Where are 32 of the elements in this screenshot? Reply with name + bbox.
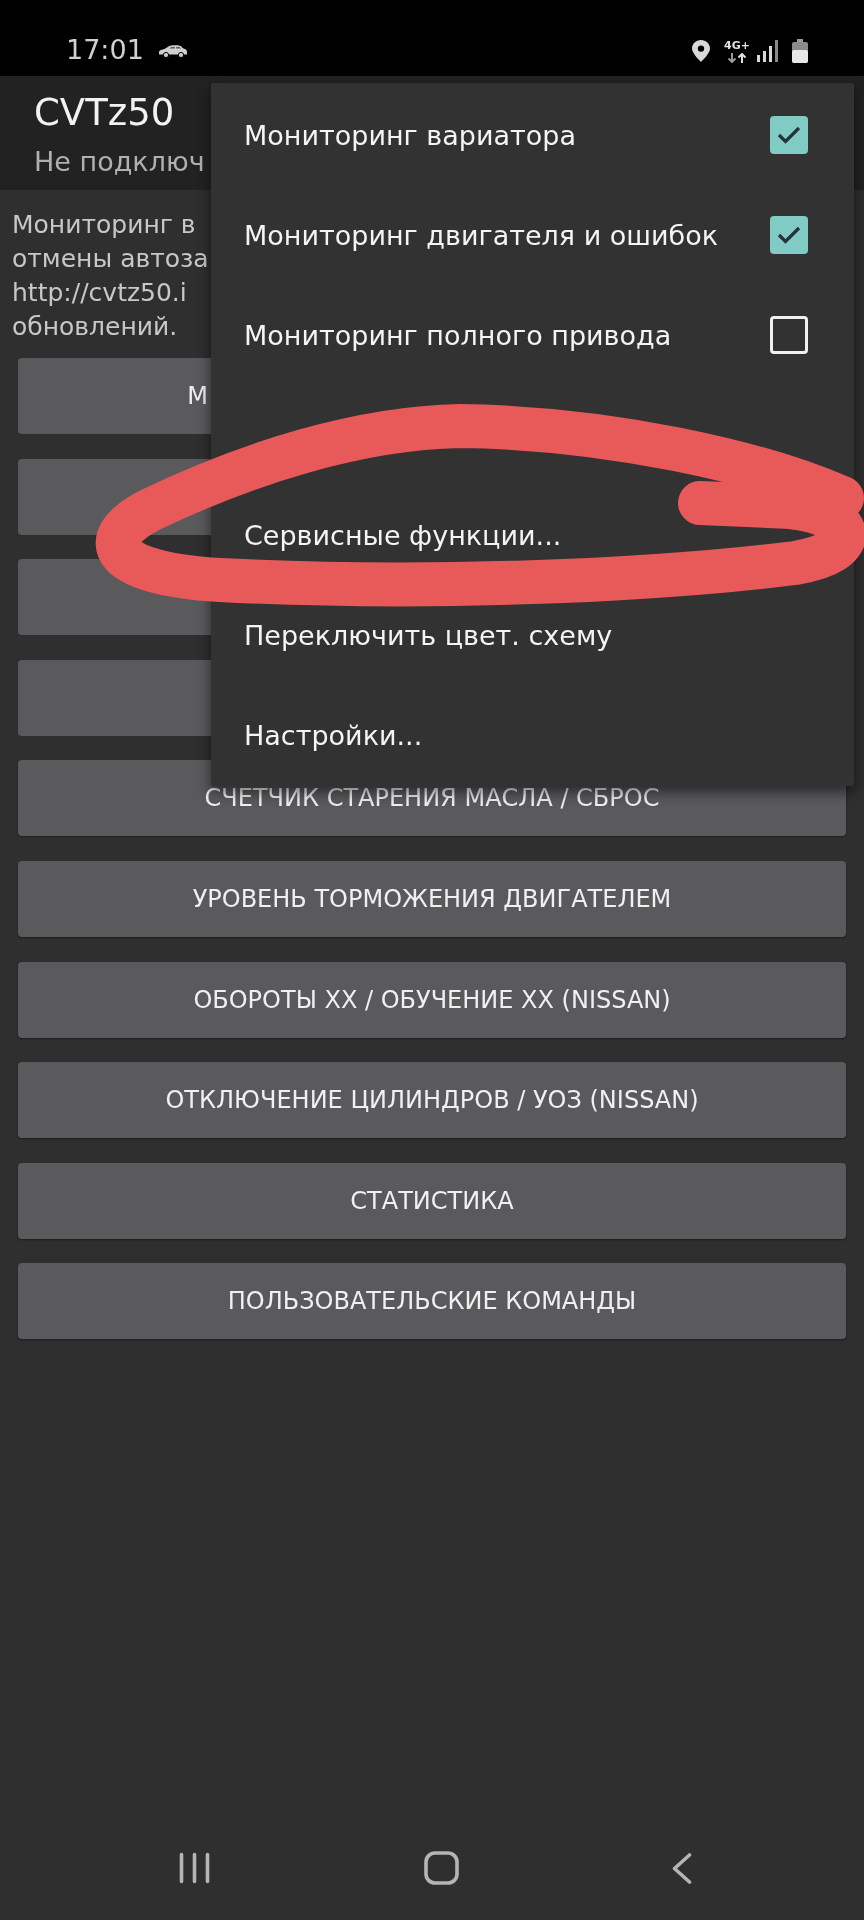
back-icon[interactable]: [672, 1852, 692, 1884]
checkmark-icon: [777, 226, 801, 244]
app-title: CVTz50: [34, 90, 175, 136]
recent-apps-icon[interactable]: [179, 1852, 210, 1884]
checkbox[interactable]: [770, 316, 808, 354]
action-button[interactable]: ПОЛЬЗОВАТЕЛЬСКИЕ КОМАНДЫ: [18, 1263, 846, 1340]
data-arrows-icon: [727, 52, 747, 63]
action-button[interactable]: ОТКЛЮЧЕНИЕ ЦИЛИНДРОВ / УОЗ (NISSAN): [18, 1062, 846, 1139]
checkbox[interactable]: [770, 116, 808, 154]
action-button[interactable]: УРОВЕНЬ ТОРМОЖЕНИЯ ДВИГАТЕЛЕМ: [18, 860, 846, 937]
home-icon[interactable]: [423, 1851, 459, 1885]
action-button[interactable]: ОБОРОТЫ ХХ / ОБУЧЕНИЕ ХХ (NISSAN): [18, 961, 846, 1038]
description-text: http://cvtz50.i: [12, 277, 187, 309]
description-text: отмены автоза: [12, 243, 209, 275]
menu-item[interactable]: Мониторинг полного привода: [211, 285, 854, 385]
checkbox[interactable]: [770, 216, 808, 254]
signal-icon: [757, 40, 780, 62]
menu-item[interactable]: Мониторинг вариатора: [211, 85, 854, 185]
menu-item[interactable]: Мониторинг двигателя и ошибок: [211, 185, 854, 285]
menu-item[interactable]: Сервисные функции...: [211, 485, 854, 585]
menu-item[interactable]: Переключить цвет. схему: [211, 585, 854, 685]
description-text: обновлений.: [12, 311, 178, 343]
battery-icon: [792, 39, 808, 63]
action-button[interactable]: М: [18, 358, 211, 434]
connection-status: Не подключ: [34, 145, 205, 179]
description-text: Мониторинг в: [12, 209, 196, 241]
clock-time: 17:01: [66, 34, 144, 66]
network-type-label: 4G+: [724, 39, 750, 52]
location-pin-icon: [692, 40, 710, 62]
action-button[interactable]: СТАТИСТИКА: [18, 1162, 846, 1239]
checkmark-icon: [777, 126, 801, 144]
car-icon: [157, 44, 188, 58]
